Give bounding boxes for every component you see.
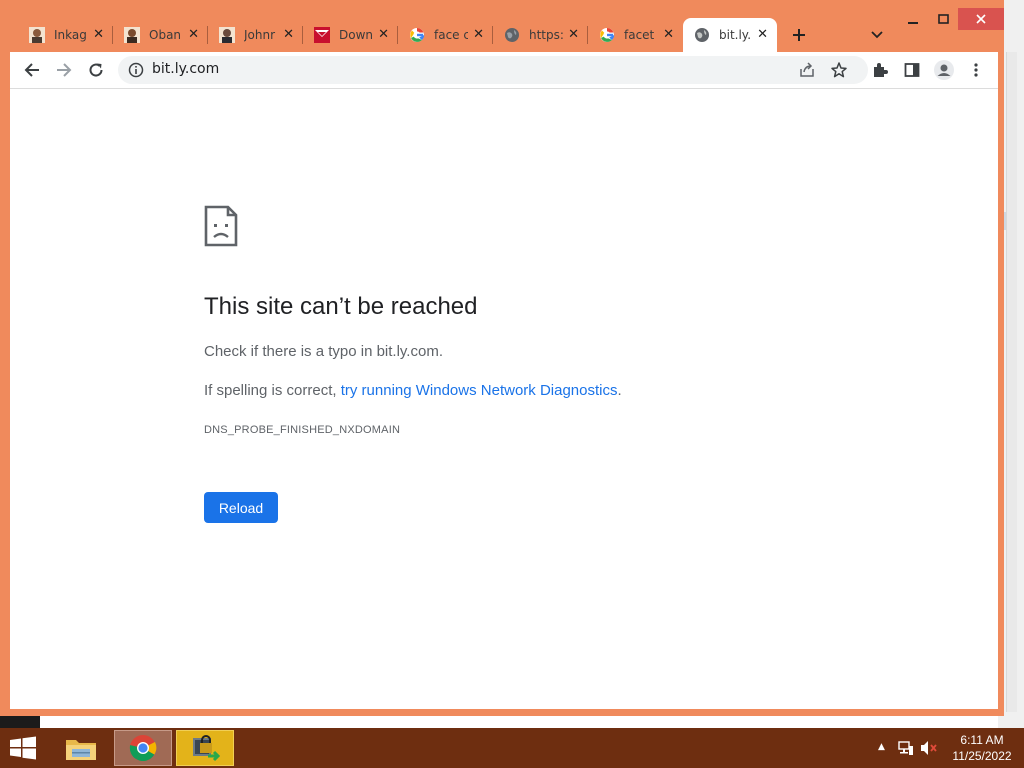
close-tab-icon[interactable]: ✕ xyxy=(188,27,199,42)
chevron-down-icon xyxy=(871,31,883,39)
tab-title: facet xyxy=(624,28,655,42)
taskbar-chrome[interactable] xyxy=(114,730,172,766)
window-controls xyxy=(898,8,1004,30)
reload-toolbar-button[interactable] xyxy=(84,58,108,82)
taskbar: ▲ 6:11 AM 11/25/2022 xyxy=(0,728,1024,768)
tab-title: Down xyxy=(339,28,373,42)
share-icon[interactable] xyxy=(798,61,816,83)
diagnostics-hint: If spelling is correct, try running Wind… xyxy=(204,382,622,399)
tab-6[interactable]: https: ✕ xyxy=(493,18,588,52)
tab-title: bit.ly. xyxy=(719,28,752,42)
tab-strip: Inkag ✕ Oban ✕ Johnr ✕ Down ✕ face c ✕ h… xyxy=(18,18,777,52)
network-icon[interactable] xyxy=(898,740,914,760)
side-panel-button[interactable] xyxy=(900,58,924,82)
error-heading: This site can’t be reached xyxy=(204,293,478,320)
reload-button[interactable]: Reload xyxy=(204,492,278,523)
google-icon xyxy=(599,27,615,43)
plus-icon xyxy=(793,29,805,41)
side-panel-icon xyxy=(904,63,920,77)
tab-title: https: xyxy=(529,28,563,42)
menu-button[interactable] xyxy=(964,58,988,82)
tab-title: Inkag xyxy=(54,28,87,42)
avatar-icon xyxy=(124,27,140,43)
refresh-icon xyxy=(89,63,103,77)
tab-5[interactable]: face c ✕ xyxy=(398,18,493,52)
network-diagnostics-link[interactable]: try running Windows Network Diagnostics xyxy=(341,382,618,399)
sad-document-icon xyxy=(204,205,238,251)
info-icon[interactable] xyxy=(128,62,144,82)
diagnostics-suffix: . xyxy=(617,382,622,399)
google-icon xyxy=(409,27,425,43)
maximize-icon xyxy=(937,14,949,24)
close-tab-icon[interactable]: ✕ xyxy=(568,27,579,42)
chrome-icon xyxy=(129,735,157,762)
tab-search-button[interactable] xyxy=(869,24,885,46)
tab-title: Johnr xyxy=(244,28,276,42)
diagnostics-prefix: If spelling is correct, xyxy=(204,382,341,399)
back-button[interactable] xyxy=(20,58,44,82)
taskbar-clock[interactable]: 6:11 AM 11/25/2022 xyxy=(944,732,1020,764)
close-icon xyxy=(976,14,986,24)
maximize-button[interactable] xyxy=(928,8,958,30)
close-tab-icon[interactable]: ✕ xyxy=(757,27,768,42)
background-scrollbar[interactable] xyxy=(1006,52,1017,712)
page-content: This site can’t be reached Check if ther… xyxy=(10,89,998,709)
arrow-right-icon xyxy=(57,63,72,77)
bookmark-star-icon[interactable] xyxy=(830,61,848,83)
windows-logo-icon xyxy=(10,736,36,760)
tab-title: Oban xyxy=(149,28,182,42)
lock-icon xyxy=(193,735,220,762)
close-tab-icon[interactable]: ✕ xyxy=(283,27,294,42)
typo-hint: Check if there is a typo in bit.ly.com. xyxy=(204,343,443,360)
url-text[interactable]: bit.ly.com xyxy=(152,61,219,77)
tab-title: face c xyxy=(434,28,468,42)
error-code: DNS_PROBE_FINISHED_NXDOMAIN xyxy=(204,424,401,436)
taskbar-security-app[interactable] xyxy=(176,730,234,766)
tab-active[interactable]: bit.ly. ✕ xyxy=(683,18,777,52)
minimize-icon xyxy=(908,22,918,24)
globe-icon xyxy=(694,27,710,43)
browser-toolbar: bit.ly.com xyxy=(10,52,998,89)
tab-3[interactable]: Johnr ✕ xyxy=(208,18,303,52)
clock-time: 6:11 AM xyxy=(960,733,1004,747)
close-window-button[interactable] xyxy=(958,8,1004,30)
start-button[interactable] xyxy=(8,736,38,764)
close-tab-icon[interactable]: ✕ xyxy=(378,27,389,42)
close-tab-icon[interactable]: ✕ xyxy=(93,27,104,42)
forward-button[interactable] xyxy=(52,58,76,82)
extensions-button[interactable] xyxy=(868,58,892,82)
globe-icon xyxy=(504,27,520,43)
close-tab-icon[interactable]: ✕ xyxy=(663,27,674,42)
address-bar[interactable]: bit.ly.com xyxy=(118,56,868,84)
show-hidden-icons-icon[interactable]: ▲ xyxy=(878,742,885,752)
kebab-menu-icon xyxy=(974,63,978,77)
folder-icon xyxy=(66,740,96,760)
browser-window: Inkag ✕ Oban ✕ Johnr ✕ Down ✕ face c ✕ h… xyxy=(0,0,1004,716)
avatar-icon xyxy=(219,27,235,43)
tab-1[interactable]: Inkag ✕ xyxy=(18,18,113,52)
minimize-button[interactable] xyxy=(898,8,928,30)
red-logo-icon xyxy=(314,27,330,43)
new-tab-button[interactable] xyxy=(788,22,810,48)
tab-4[interactable]: Down ✕ xyxy=(303,18,398,52)
tab-2[interactable]: Oban ✕ xyxy=(113,18,208,52)
volume-muted-icon[interactable] xyxy=(920,740,938,760)
close-tab-icon[interactable]: ✕ xyxy=(473,27,484,42)
clock-date: 11/25/2022 xyxy=(952,749,1012,763)
desktop-edge xyxy=(0,716,40,728)
taskbar-file-explorer[interactable] xyxy=(52,730,110,766)
arrow-left-icon xyxy=(24,63,39,77)
profile-icon xyxy=(934,60,954,80)
tab-7[interactable]: facet ✕ xyxy=(588,18,683,52)
avatar-icon xyxy=(29,27,45,43)
profile-button[interactable] xyxy=(932,58,956,82)
puzzle-icon xyxy=(874,63,888,77)
